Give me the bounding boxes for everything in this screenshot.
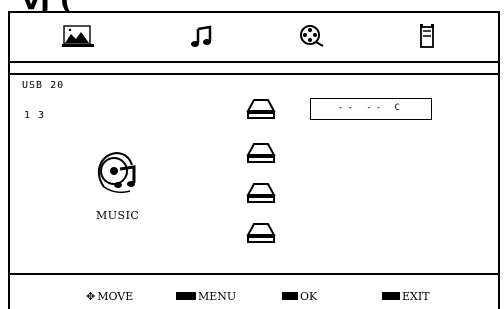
footer-move: ✥ MOVE [86,289,134,303]
slot-4[interactable] [246,221,276,245]
footer-menu[interactable]: MENU [176,289,236,303]
exit-key-icon [382,292,400,300]
device-label: USB 20 [22,80,65,91]
footer-ok[interactable]: OK [282,289,317,303]
value-display-text: -- -- C [338,103,404,113]
content-top-divider [8,73,500,75]
ok-key-icon [282,292,298,300]
eject-icon [246,143,276,163]
music-note-icon [191,25,212,47]
music-cd-graphic [94,147,142,203]
music-disc-icon [97,151,136,194]
menu-key-icon [176,292,196,300]
track-label: 1 3 [24,110,46,121]
move-arrows-icon: ✥ [86,289,96,303]
eject-icon [246,99,276,119]
slot-2[interactable] [246,141,276,165]
menu-divider [8,61,500,63]
menu-music[interactable] [186,23,218,53]
music-label: MUSIC [96,209,140,222]
eject-icon [246,223,276,243]
file-icon [420,24,434,48]
menu-movie[interactable] [296,22,328,52]
menu-file[interactable] [412,22,444,52]
eject-icon [246,183,276,203]
footer-exit[interactable]: EXIT [382,289,430,303]
slot-1[interactable] [246,97,276,121]
value-display-box[interactable]: -- -- C [310,98,432,120]
footer-divider [8,273,500,275]
movie-reel-icon [300,25,324,47]
menu-photo[interactable] [62,22,94,52]
slot-3[interactable] [246,181,276,205]
photo-icon [62,25,94,47]
